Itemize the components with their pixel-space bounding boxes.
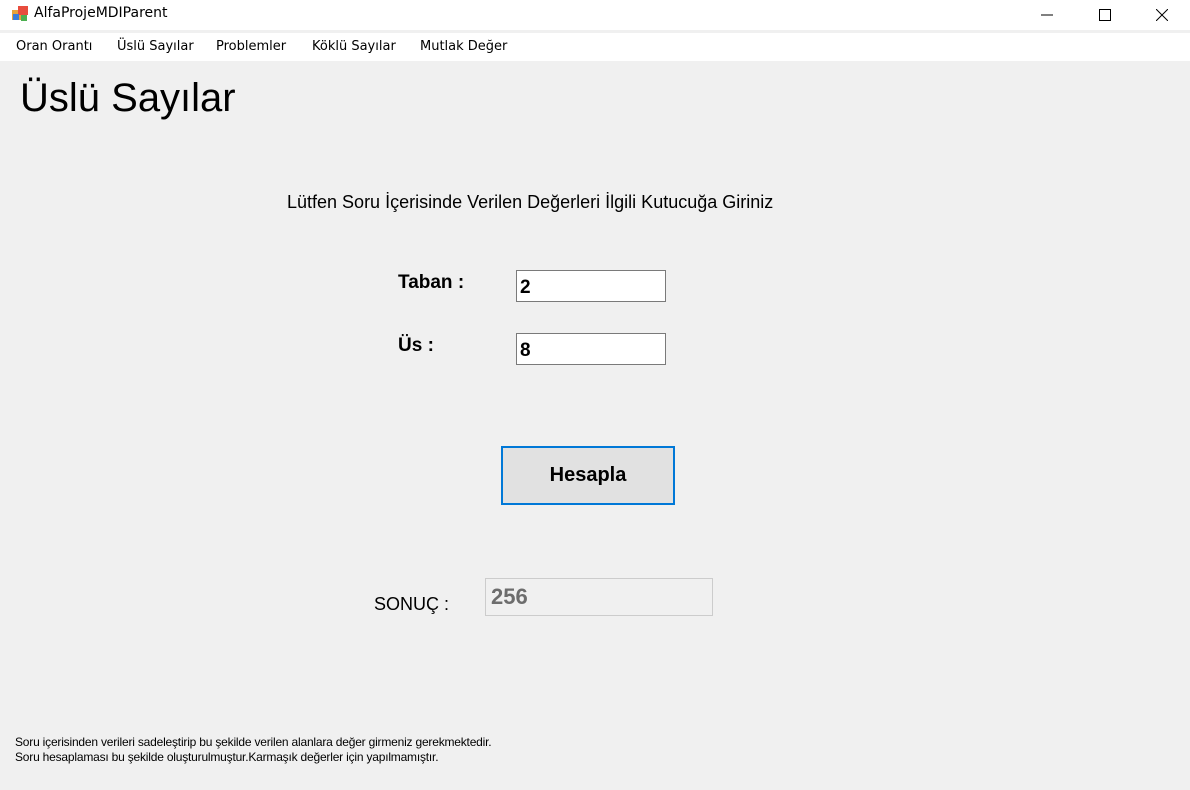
menu-item-koklu-sayilar[interactable]: Köklü Sayılar — [312, 39, 396, 54]
menu-bar: Oran Orantı Üslü Sayılar Problemler Kökl… — [0, 33, 1190, 61]
window-title: AlfaProjeMDIParent — [34, 5, 168, 21]
maximize-icon — [1099, 9, 1111, 21]
us-input[interactable] — [516, 333, 666, 365]
close-button[interactable] — [1134, 0, 1190, 30]
sonuc-output: 256 — [485, 578, 713, 616]
menu-item-oran-oranti[interactable]: Oran Orantı — [16, 39, 92, 54]
minimize-button[interactable] — [1019, 0, 1075, 30]
close-icon — [1156, 9, 1168, 21]
mdi-client-area — [0, 61, 1190, 790]
footer-note-1: Soru içerisinden verileri sadeleştirip b… — [15, 735, 492, 749]
hesapla-button[interactable]: Hesapla — [501, 446, 675, 505]
title-bar: AlfaProjeMDIParent — [0, 0, 1190, 30]
menu-item-problemler[interactable]: Problemler — [216, 39, 286, 54]
maximize-button[interactable] — [1077, 0, 1133, 30]
instruction-text: Lütfen Soru İçerisinde Verilen Değerleri… — [287, 192, 774, 212]
menu-item-mutlak-deger[interactable]: Mutlak Değer — [420, 39, 507, 54]
footer-note-2: Soru hesaplaması bu şekilde oluşturulmuş… — [15, 750, 439, 764]
app-icon — [12, 6, 28, 22]
taban-input[interactable] — [516, 270, 666, 302]
minimize-icon — [1041, 14, 1053, 16]
page-title: Üslü Sayılar — [20, 76, 236, 120]
menu-item-uslu-sayilar[interactable]: Üslü Sayılar — [117, 39, 194, 54]
sonuc-label: SONUÇ : — [374, 594, 450, 614]
us-label: Üs : — [398, 335, 434, 356]
taban-label: Taban : — [398, 272, 465, 293]
